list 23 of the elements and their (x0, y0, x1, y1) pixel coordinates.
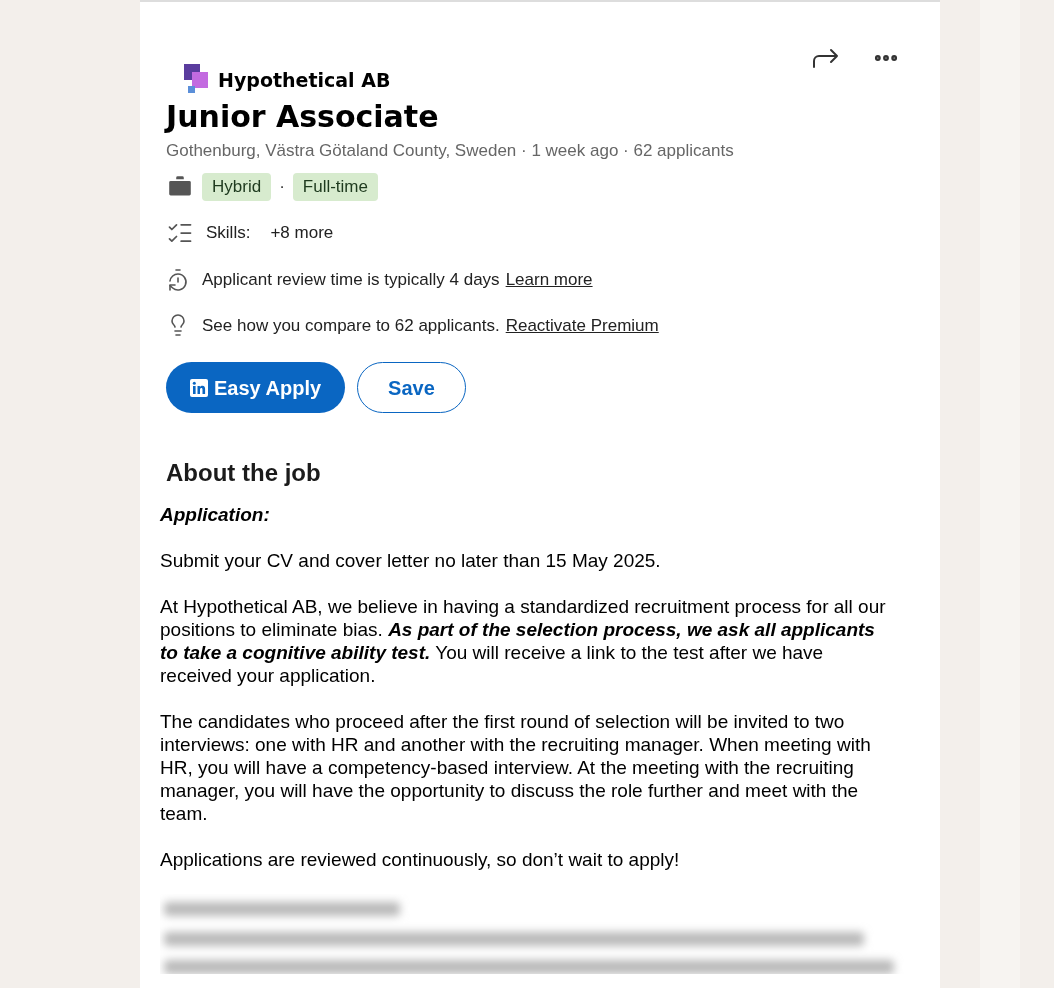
paragraph: Submit your CV and cover letter no later than 15 May 2025. (160, 549, 662, 572)
section-heading: About the job (166, 458, 322, 488)
insight-link[interactable]: Reactivate Premium (505, 312, 659, 338)
insight-text: Applicant review time is typically 4 days (202, 269, 500, 291)
job-meta: Gothenburg, Västra Götaland County, Sweden · 1 week ago · 62 applicants (166, 139, 735, 162)
company-logo (182, 64, 210, 96)
paragraph: The candidates who proceed after the first round of selection will be invited to two interviews: one with HR and another with the recruiting manager. When meeting with HR, you will have a competency-based interview. At the meeting with the recruiting manager, you will have the opportunity to discuss the role further and meet with the team. (160, 710, 872, 825)
easy-apply-button[interactable]: Easy Apply (166, 362, 346, 413)
company-name[interactable]: Hypothetical AB (218, 65, 391, 96)
skills-more[interactable]: +8 more (270, 220, 334, 246)
paragraph: At Hypothetical AB, we believe in having a standardized recruitment process for all our positions to eliminate bias. As part of the selection process, we ask all applicants to take a cognitive ability test. You will receive a link to the test after we have received your application. (160, 595, 887, 687)
insight-link[interactable]: Learn more (505, 267, 593, 293)
save-button[interactable]: Save (357, 362, 466, 413)
skills-label: Skills: (206, 222, 251, 245)
insight-text: See how you compare to 62 applicants. (202, 314, 500, 337)
share-arrow-icon[interactable] (812, 47, 840, 69)
tag: Hybrid (202, 173, 272, 201)
paragraph: Applications are reviewed continuously, so don’t wait to apply! (160, 848, 681, 871)
job-title: Junior Associate (166, 98, 440, 136)
paragraph-heading: Application: (160, 503, 271, 526)
tag: Full-time (292, 173, 378, 201)
linkedin-icon (190, 378, 208, 397)
tag-separator: · (279, 176, 285, 199)
